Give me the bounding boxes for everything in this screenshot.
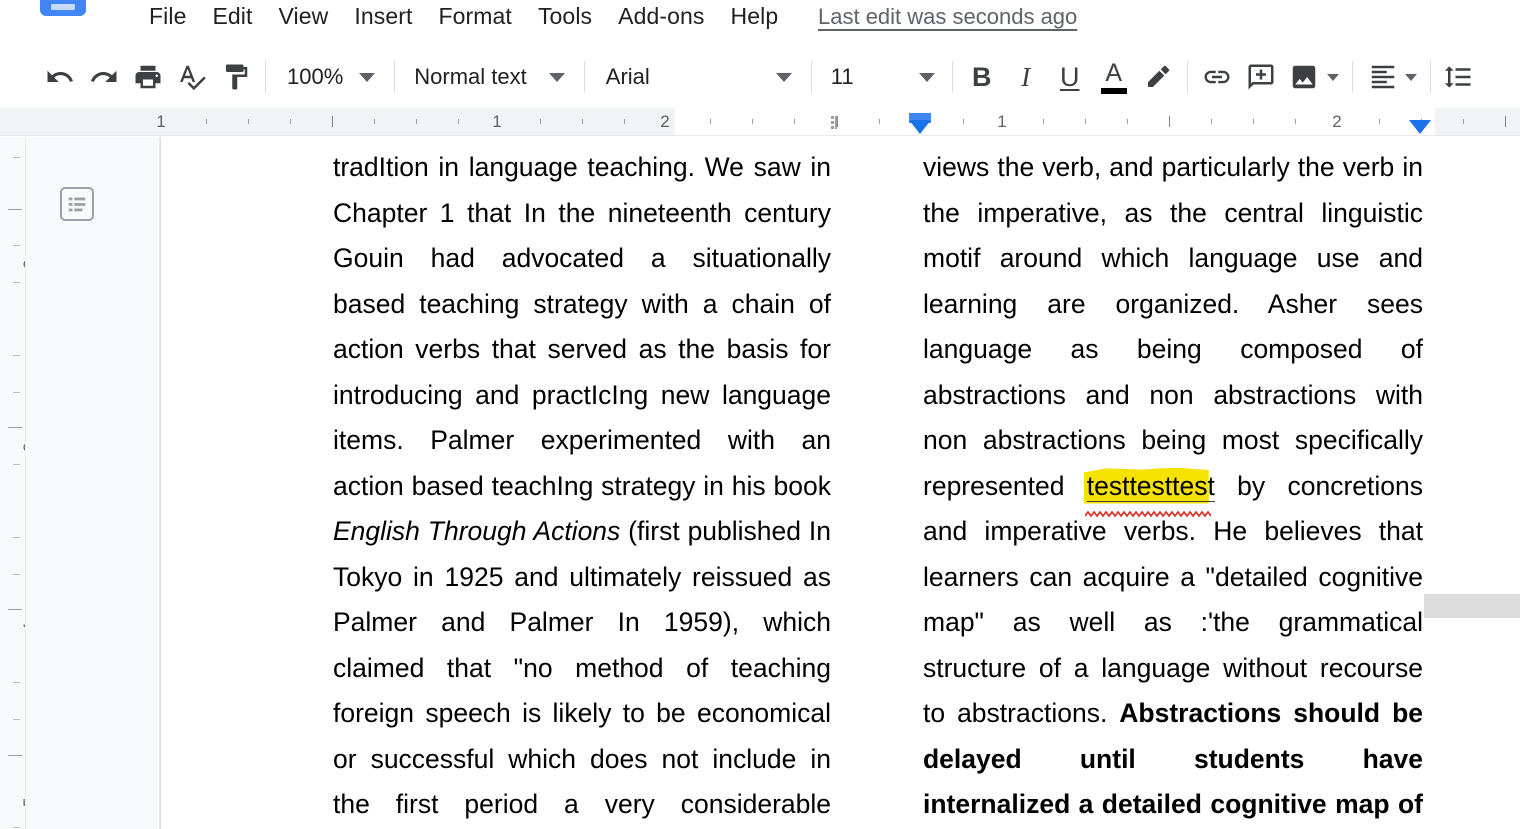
show-document-outline-button[interactable] bbox=[60, 187, 94, 221]
book-title-italic: English Through Actions bbox=[333, 516, 621, 546]
paragraph-style-value: Normal text bbox=[414, 64, 527, 89]
ruler-number: 1 bbox=[492, 112, 502, 131]
document-outline-pane bbox=[27, 137, 160, 829]
ruler-number: 2 bbox=[1332, 112, 1342, 131]
toolbar-separator bbox=[1351, 61, 1353, 93]
bold-label: B bbox=[972, 61, 992, 92]
chevron-down-icon bbox=[918, 72, 935, 82]
toolbar-separator bbox=[951, 61, 953, 93]
toolbar-separator bbox=[394, 61, 396, 93]
zoom-selector[interactable]: 100% bbox=[273, 55, 387, 99]
toolbar-separator bbox=[265, 61, 266, 93]
spellcheck-icon bbox=[180, 65, 206, 91]
horizontal-ruler[interactable]: 1 1 2 1 2 bbox=[0, 108, 1520, 136]
vruler-number: 4 bbox=[20, 623, 25, 632]
ruler-number: 1 bbox=[156, 112, 166, 131]
formatting-toolbar: 100% Normal text Arial 11 B I U A bbox=[0, 46, 1520, 108]
docs-logo-icon[interactable] bbox=[40, 0, 86, 16]
vertical-ruler[interactable]: 2 3 4 5 bbox=[0, 137, 26, 829]
paragraph-style-selector[interactable]: Normal text bbox=[402, 55, 576, 99]
vruler-number: 3 bbox=[20, 443, 25, 452]
ruler-page-area bbox=[675, 108, 1435, 135]
menu-addons[interactable]: Add-ons bbox=[605, 0, 717, 32]
undo-button[interactable] bbox=[38, 55, 82, 99]
document-columns: tradItion in language teaching. We saw i… bbox=[161, 137, 1520, 829]
highlight-color-button[interactable] bbox=[1136, 55, 1180, 99]
text-color-button[interactable]: A bbox=[1092, 55, 1136, 99]
left-indent-marker[interactable] bbox=[909, 120, 931, 134]
chevron-down-icon bbox=[1326, 73, 1339, 81]
menu-edit[interactable]: Edit bbox=[199, 0, 265, 32]
chevron-down-icon bbox=[548, 72, 565, 82]
document-column-left[interactable]: tradItion in language teaching. We saw i… bbox=[333, 145, 831, 829]
right-indent-marker[interactable] bbox=[1409, 120, 1431, 134]
document-page[interactable]: tradItion in language teaching. We saw i… bbox=[160, 137, 1520, 829]
document-outline-icon bbox=[68, 197, 86, 212]
spellcheck-squiggle-icon bbox=[1084, 511, 1211, 518]
align-left-icon bbox=[1371, 65, 1395, 89]
menu-file[interactable]: File bbox=[136, 0, 199, 32]
insert-link-icon bbox=[1204, 70, 1230, 84]
text-color-label: A bbox=[1105, 58, 1123, 87]
toolbar-separator bbox=[1429, 61, 1431, 93]
ruler-number: 2 bbox=[660, 112, 670, 131]
menu-view[interactable]: View bbox=[266, 0, 342, 32]
underline-label: U bbox=[1060, 61, 1080, 92]
chevron-down-icon bbox=[775, 72, 792, 82]
toolbar-separator bbox=[810, 61, 812, 93]
italic-button[interactable]: I bbox=[1004, 55, 1048, 99]
line-spacing-icon bbox=[1444, 66, 1471, 88]
paint-format-button[interactable] bbox=[214, 55, 258, 99]
toolbar-separator bbox=[583, 61, 585, 93]
italic-label: I bbox=[1021, 61, 1031, 92]
document-column-right[interactable]: views the verb, and particularly the ver… bbox=[923, 145, 1423, 829]
menu-format[interactable]: Format bbox=[425, 0, 524, 32]
chevron-down-icon bbox=[359, 72, 376, 82]
highlighted-word-text: testtesttest bbox=[1086, 470, 1215, 502]
chevron-down-icon bbox=[1404, 73, 1417, 81]
tab-stop-marker[interactable] bbox=[831, 116, 837, 129]
menu-insert[interactable]: Insert bbox=[341, 0, 425, 32]
bold-button[interactable]: B bbox=[960, 55, 1004, 99]
left-col-text-1: tradItion in language teaching. We saw i… bbox=[333, 152, 831, 501]
ruler-number: 1 bbox=[997, 112, 1007, 131]
font-family-selector[interactable]: Arial bbox=[592, 55, 804, 99]
insert-image-icon bbox=[1292, 65, 1316, 89]
print-icon bbox=[135, 65, 161, 89]
text-color-swatch bbox=[1100, 87, 1127, 94]
spellcheck-button[interactable] bbox=[170, 55, 214, 99]
toolbar-separator bbox=[1186, 61, 1188, 93]
right-col-text-2: by concretions and imperative verbs. He … bbox=[923, 470, 1423, 729]
add-comment-button[interactable] bbox=[1239, 55, 1283, 99]
left-column-paragraph: tradItion in language teaching. We saw i… bbox=[333, 145, 831, 829]
zoom-value: 100% bbox=[287, 64, 344, 89]
paint-format-icon bbox=[226, 64, 248, 90]
font-size-value: 11 bbox=[830, 64, 854, 89]
undo-icon bbox=[47, 70, 73, 82]
last-edit-status[interactable]: Last edit was seconds ago bbox=[818, 0, 1077, 32]
menu-item-list: File Edit View Insert Format Tools Add-o… bbox=[136, 0, 791, 32]
left-col-text-2: (first published In Tokyo in 1925 and ul… bbox=[333, 516, 831, 819]
redo-icon bbox=[90, 70, 117, 82]
right-col-text-1: views the verb, and particularly the ver… bbox=[923, 152, 1423, 501]
font-family-value: Arial bbox=[605, 64, 650, 89]
insert-image-button[interactable] bbox=[1283, 55, 1345, 99]
insert-link-button[interactable] bbox=[1195, 55, 1239, 99]
menu-tools[interactable]: Tools bbox=[525, 0, 605, 32]
right-column-paragraph: views the verb, and particularly the ver… bbox=[923, 145, 1423, 829]
add-comment-icon bbox=[1248, 64, 1274, 90]
highlighted-misspelled-word[interactable]: testtesttest bbox=[1083, 464, 1215, 518]
font-size-selector[interactable]: 11 bbox=[819, 55, 945, 99]
line-spacing-button[interactable] bbox=[1436, 55, 1480, 99]
align-button[interactable] bbox=[1360, 55, 1423, 99]
print-button[interactable] bbox=[126, 55, 170, 99]
underline-button[interactable]: U bbox=[1048, 55, 1092, 99]
highlight-pen-icon bbox=[1147, 65, 1170, 87]
menu-bar: File Edit View Insert Format Tools Add-o… bbox=[0, 0, 1520, 32]
vruler-number: 2 bbox=[20, 260, 25, 269]
menu-help[interactable]: Help bbox=[718, 0, 792, 32]
redo-button[interactable] bbox=[82, 55, 126, 99]
vruler-number: 5 bbox=[20, 798, 25, 807]
